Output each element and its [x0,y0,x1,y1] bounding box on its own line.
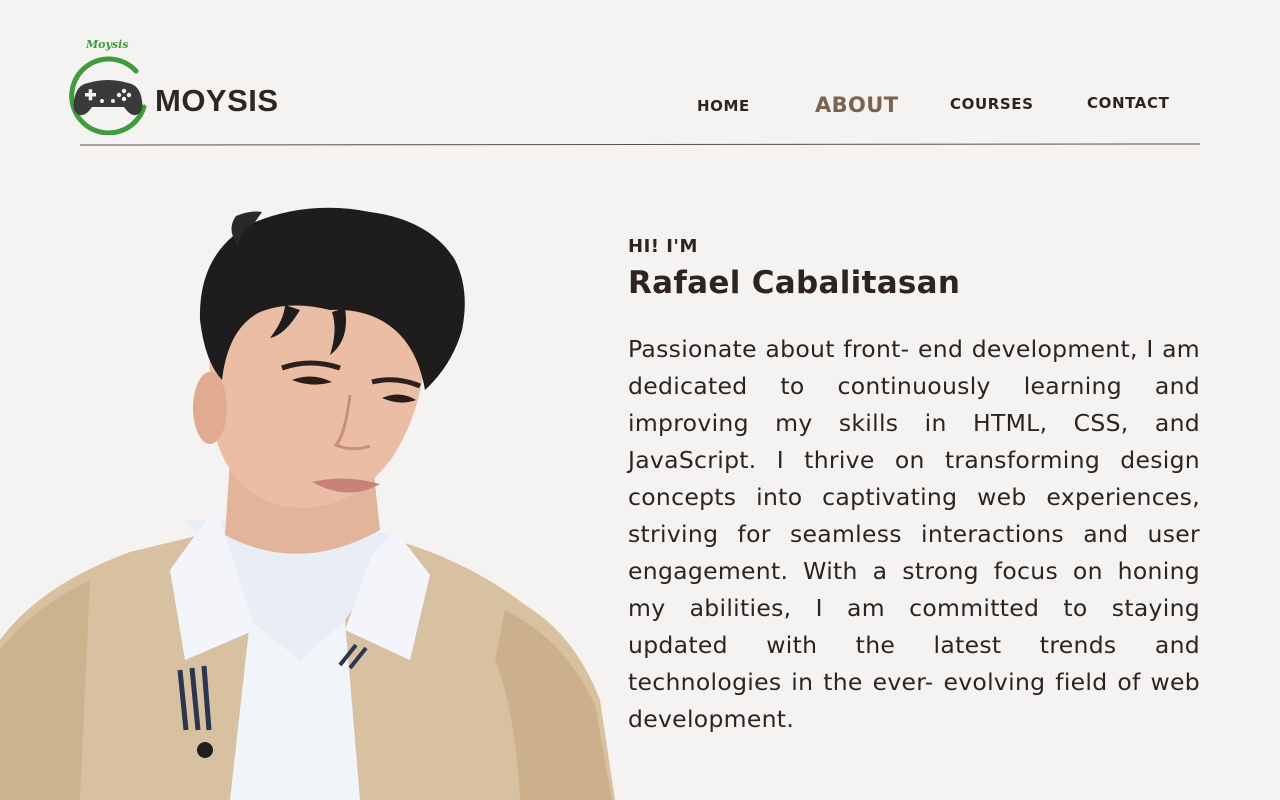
about-page: Moysis MOYSIS HOME ABOUT COURSES CONTACT [0,0,1280,800]
greeting-text: HI! I'M [628,236,698,257]
site-logo[interactable]: Moysis MOYSIS [66,38,306,138]
nav-contact[interactable]: CONTACT [1087,96,1169,111]
logo-script-text: Moysis [86,38,129,51]
person-name: Rafael Cabalitasan [628,265,961,301]
header-divider [79,143,1201,146]
nav-home[interactable]: HOME [697,99,750,114]
logo-wordmark: MOYSIS [155,83,279,118]
nav-about[interactable]: ABOUT [815,95,899,116]
nav-courses[interactable]: COURSES [950,97,1034,112]
gamepad-icon [69,56,147,135]
profile-photo [0,207,615,800]
bio-paragraph: Passionate about front- end development,… [628,335,1200,733]
